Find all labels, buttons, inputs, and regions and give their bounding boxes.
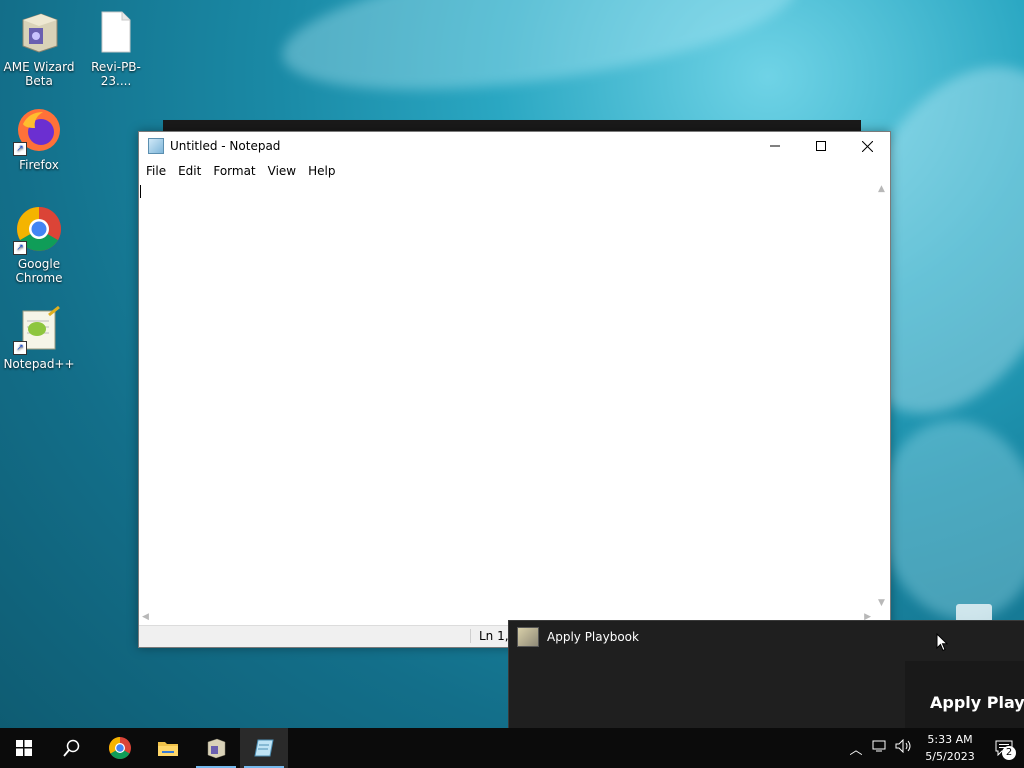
notepad-app-icon	[148, 138, 164, 154]
notepadpp-icon: ↗	[13, 305, 63, 355]
search-button[interactable]	[48, 728, 96, 768]
volume-icon[interactable]	[892, 738, 916, 757]
file-icon	[92, 8, 140, 56]
apply-playbook-heading: Apply Playb	[930, 693, 1024, 712]
menu-edit[interactable]: Edit	[173, 164, 206, 178]
text-editor[interactable]	[139, 182, 874, 610]
minimize-button[interactable]	[752, 132, 798, 160]
clock[interactable]: 5:33 AM 5/5/2023	[916, 731, 984, 765]
text-caret	[140, 185, 141, 198]
menu-bar: File Edit Format View Help	[139, 160, 890, 182]
window-title: Untitled - Notepad	[170, 139, 281, 153]
taskbar: ︿ 5:33 AM 5/5/2023 2	[0, 728, 1024, 768]
apply-playbook-panel: Apply Playb	[905, 661, 1024, 729]
minimize-icon	[770, 145, 780, 147]
vertical-scrollbar[interactable]: ▲ ▼	[874, 182, 890, 610]
ame-wizard-icon	[517, 627, 539, 647]
menu-view[interactable]: View	[263, 164, 301, 178]
menu-format[interactable]: Format	[208, 164, 260, 178]
mouse-cursor-icon	[936, 633, 948, 652]
maximize-button[interactable]	[798, 132, 844, 160]
taskbar-notepad[interactable]	[240, 728, 288, 768]
apply-playbook-title: Apply Playbook	[547, 630, 639, 644]
desktop-icon-label: Google Chrome	[15, 257, 63, 285]
file-explorer-icon	[158, 742, 178, 756]
notepad-icon	[254, 739, 274, 757]
desktop-icon-label: Firefox	[19, 158, 59, 172]
notepad-window[interactable]: Untitled - Notepad File Edit Format View…	[138, 131, 891, 648]
wallpaper-streak	[274, 0, 806, 116]
scroll-left-icon[interactable]: ◀	[142, 612, 149, 622]
close-icon	[861, 140, 873, 152]
clock-date: 5/5/2023	[925, 750, 975, 763]
system-tray: ︿ 5:33 AM 5/5/2023 2	[844, 728, 1024, 768]
clock-time: 5:33 AM	[927, 733, 973, 746]
desktop-icon-notepadpp[interactable]: ↗ Notepad++	[1, 305, 77, 371]
chrome-icon: ↗	[13, 205, 63, 255]
desktop-icon-label: Revi-PB-23....	[91, 60, 141, 88]
menu-file[interactable]: File	[141, 164, 171, 178]
scroll-up-icon[interactable]: ▲	[878, 184, 885, 194]
notepad-titlebar[interactable]: Untitled - Notepad	[139, 132, 890, 160]
maximize-icon	[816, 141, 826, 151]
network-icon[interactable]	[868, 739, 892, 757]
start-icon	[16, 740, 32, 756]
shortcut-arrow-icon: ↗	[13, 241, 27, 255]
close-button[interactable]	[844, 132, 890, 160]
shortcut-arrow-icon: ↗	[13, 142, 27, 156]
action-center-button[interactable]: 2	[984, 728, 1024, 768]
start-button[interactable]	[0, 728, 48, 768]
notification-count-badge: 2	[1002, 746, 1016, 760]
taskbar-chrome[interactable]	[96, 728, 144, 768]
ame-wizard-icon	[15, 8, 63, 56]
taskbar-ame-wizard[interactable]	[192, 728, 240, 768]
desktop-icon-chrome[interactable]: ↗ Google Chrome	[1, 205, 77, 285]
desktop-icon-label: Notepad++	[3, 357, 75, 371]
shortcut-arrow-icon: ↗	[13, 341, 27, 355]
menu-help[interactable]: Help	[303, 164, 340, 178]
desktop-icon-revi-pb[interactable]: Revi-PB-23....	[78, 8, 154, 88]
desktop-icon-firefox[interactable]: ↗ Firefox	[1, 106, 77, 172]
desktop-icon-label: AME Wizard Beta	[3, 60, 75, 88]
desktop-icon-ame-wizard[interactable]: AME Wizard Beta	[1, 8, 77, 88]
taskbar-file-explorer[interactable]	[144, 728, 192, 768]
chevron-up-icon[interactable]: ︿	[844, 739, 868, 758]
chrome-icon	[109, 737, 131, 759]
firefox-icon: ↗	[13, 106, 63, 156]
search-icon	[63, 739, 80, 757]
ame-wizard-icon	[207, 738, 226, 759]
scroll-down-icon[interactable]: ▼	[878, 598, 885, 608]
